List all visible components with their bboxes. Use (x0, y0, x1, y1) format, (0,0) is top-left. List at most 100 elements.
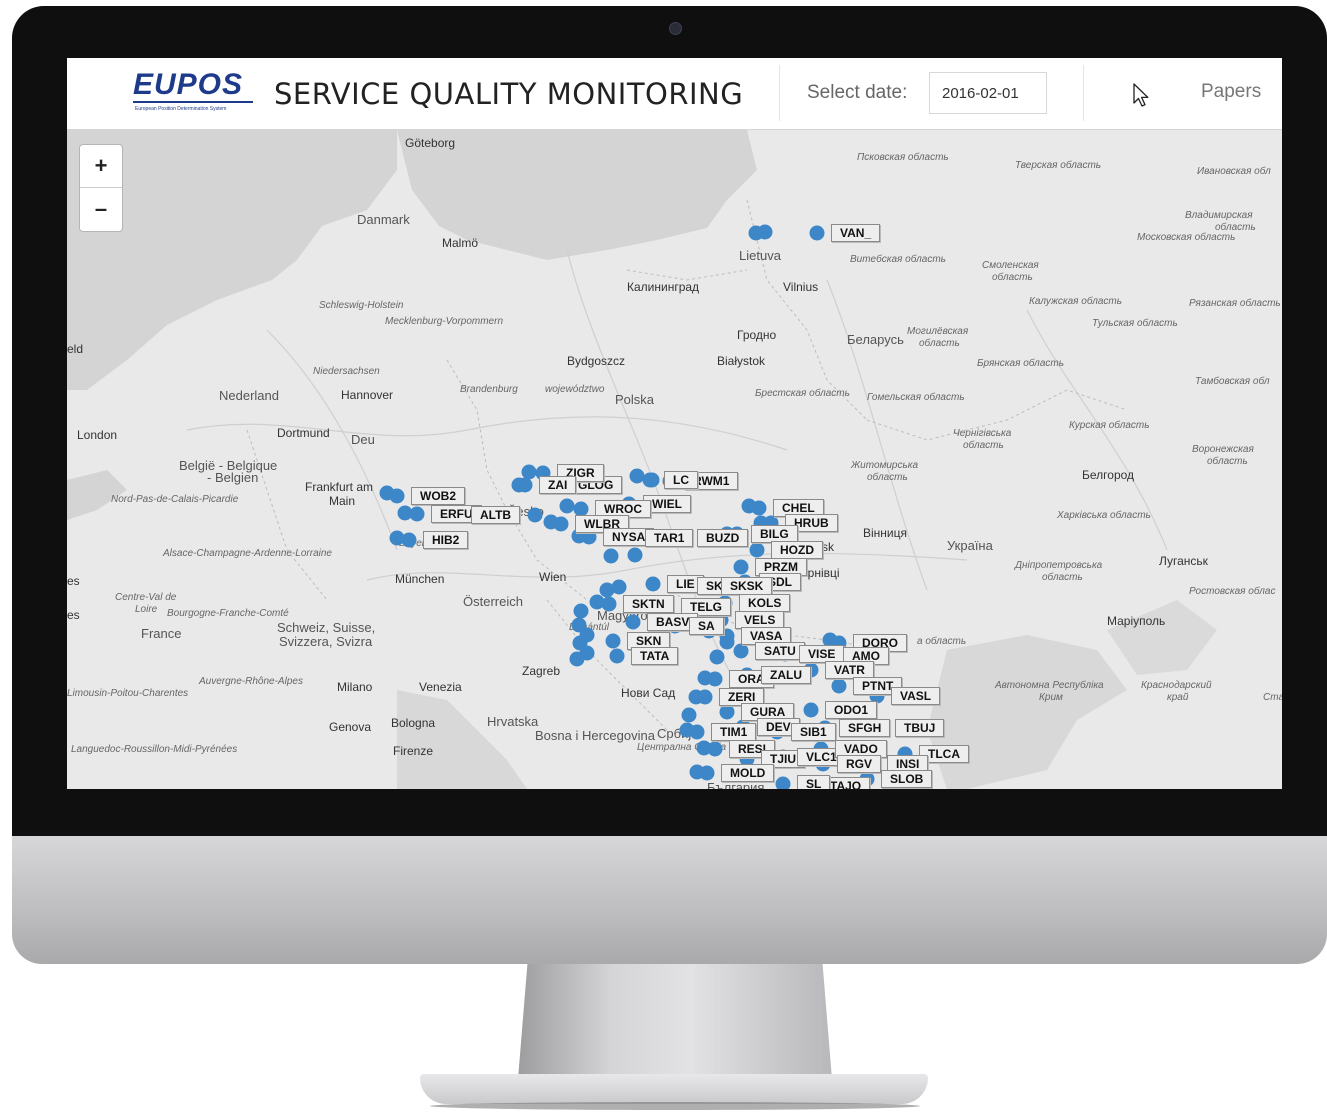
map-place-label: Белгород (1082, 468, 1135, 482)
map-place-label: Polska (615, 392, 655, 407)
station-marker[interactable] (611, 579, 627, 595)
map-place-label: Bosna i Hercegovina (535, 728, 655, 743)
station-marker[interactable] (609, 648, 625, 664)
station-label[interactable]: ZAI (539, 476, 577, 494)
map-place-label: Курская область (1069, 420, 1150, 431)
zoom-out-button[interactable]: – (80, 188, 122, 230)
station-marker[interactable] (517, 477, 533, 493)
map-place-label: Ростовская облас (1189, 586, 1276, 597)
map-place-label: es (67, 574, 80, 588)
station-label[interactable]: BUZD (697, 529, 749, 547)
map-place-label: Вінниця (863, 526, 907, 540)
station-marker[interactable] (389, 488, 405, 504)
station-marker[interactable] (733, 559, 749, 575)
station-marker[interactable] (751, 500, 767, 516)
station-label[interactable]: ODO1 (825, 701, 878, 719)
map-place-label: es (67, 608, 80, 622)
station-label[interactable]: SIB1 (791, 723, 836, 741)
station-marker[interactable] (775, 776, 791, 789)
map-place-label: Lietuva (739, 248, 781, 263)
station-label[interactable]: TIM1 (711, 723, 757, 741)
map-place-label: область (1207, 456, 1248, 467)
station-marker[interactable] (603, 548, 619, 564)
map-place-label: Bydgoszcz (567, 354, 626, 368)
station-label[interactable]: SKSK (721, 577, 773, 595)
map-place-label: Беларусь (847, 332, 904, 347)
station-marker[interactable] (569, 651, 585, 667)
station-label[interactable]: VASL (891, 687, 941, 705)
station-label[interactable]: TAR1 (645, 529, 694, 547)
map-place-label: Рязанская область (1189, 298, 1281, 309)
monitor-stand-neck (518, 964, 832, 1079)
station-marker[interactable] (625, 614, 641, 630)
station-marker[interactable] (719, 704, 735, 720)
map-place-label: Nord-Pas-de-Calais-Picardie (111, 494, 239, 505)
station-label[interactable]: TBUJ (895, 719, 945, 737)
map-place-label: область (1042, 572, 1083, 583)
map-place-label: Нови Сад (621, 686, 676, 700)
map-place-label: Nederland (219, 388, 279, 403)
station-label[interactable]: SKTN (623, 595, 674, 613)
date-input[interactable] (929, 72, 1047, 114)
station-marker[interactable] (401, 532, 417, 548)
station-map[interactable]: Göteborg Danmark Malmö Псковская область Тве… (67, 130, 1282, 789)
station-marker[interactable] (627, 547, 643, 563)
papers-link[interactable]: Papers (1201, 81, 1261, 103)
station-label[interactable]: HOZD (771, 541, 823, 559)
station-label[interactable]: SATU (755, 642, 805, 660)
station-label[interactable]: WOB2 (411, 487, 465, 505)
station-marker[interactable] (689, 724, 705, 740)
map-place-label: Niedersachsen (313, 366, 380, 377)
station-marker[interactable] (645, 576, 661, 592)
map-place-label: Тамбовская обл (1195, 376, 1270, 387)
station-marker[interactable] (681, 707, 697, 723)
station-marker[interactable] (601, 596, 617, 612)
station-label[interactable]: LC (664, 471, 698, 489)
map-place-label: Україна (947, 538, 993, 553)
station-label[interactable]: SA (689, 617, 724, 635)
map-place-label: Hannover (341, 388, 394, 402)
station-marker[interactable] (757, 224, 773, 240)
map-place-label: Genova (329, 720, 372, 734)
station-marker[interactable] (559, 498, 575, 514)
station-marker[interactable] (733, 643, 749, 659)
top-navbar: EUPOS European Position Determination Sy… (67, 58, 1282, 130)
map-place-label: Svizzera, Svizra (279, 634, 373, 649)
station-marker[interactable] (697, 689, 713, 705)
station-marker[interactable] (831, 678, 847, 694)
station-label[interactable]: SLOB (881, 770, 933, 788)
station-marker[interactable] (642, 472, 658, 488)
station-label[interactable]: RGV (837, 755, 882, 773)
station-marker[interactable] (527, 507, 543, 523)
station-label[interactable]: HIB2 (423, 531, 469, 549)
station-label[interactable]: TATA (631, 647, 679, 665)
station-marker[interactable] (707, 671, 723, 687)
station-marker[interactable] (809, 225, 825, 241)
station-marker[interactable] (553, 516, 569, 532)
station-label[interactable]: SFGH (839, 719, 891, 737)
map-place-label: eld (67, 342, 84, 356)
station-marker[interactable] (709, 649, 725, 665)
station-marker[interactable] (749, 542, 765, 558)
map-place-label: Schweiz, Suisse, (277, 620, 376, 635)
zoom-in-button[interactable]: + (80, 145, 122, 188)
station-marker[interactable] (707, 741, 723, 757)
station-marker[interactable] (699, 765, 715, 781)
station-marker[interactable] (409, 506, 425, 522)
map-place-label: Zagreb (522, 664, 561, 678)
eupos-logo[interactable]: EUPOS European Position Determination Sy… (133, 68, 259, 118)
station-label[interactable]: ZALU (761, 666, 811, 684)
map-place-label: Брянская область (977, 358, 1064, 369)
station-label[interactable]: MOLD (721, 764, 775, 782)
map-place-label: Venezia (419, 680, 462, 694)
logo-subtitle: European Position Determination System (135, 106, 227, 112)
station-marker[interactable] (605, 633, 621, 649)
monitor-stand-base (420, 1074, 928, 1104)
station-label[interactable]: ALTB (471, 506, 521, 524)
station-label[interactable]: SL (797, 775, 831, 789)
station-marker[interactable] (573, 603, 589, 619)
station-label[interactable]: VAN_ (831, 224, 881, 242)
map-place-label: Białystok (717, 354, 766, 368)
station-marker[interactable] (803, 702, 819, 718)
station-label[interactable]: KOLS (739, 594, 791, 612)
